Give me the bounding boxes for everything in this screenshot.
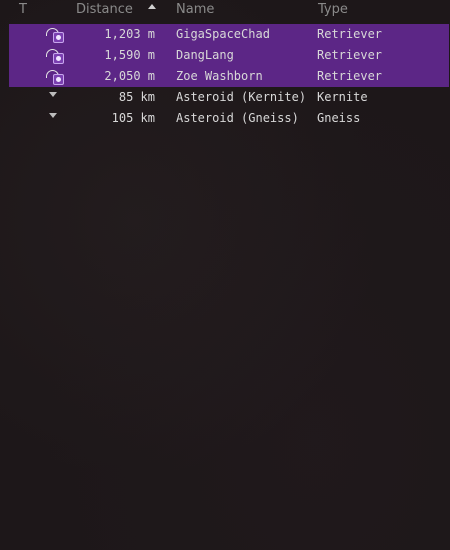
row-name: Asteroid (Kernite) xyxy=(176,90,307,104)
table-row[interactable]: 105 km Asteroid (Gneiss) Gneiss xyxy=(0,108,450,129)
row-name: Zoe Washborn xyxy=(176,69,263,83)
row-distance: 2,050 m xyxy=(104,69,155,83)
hostile-ship-icon xyxy=(45,46,67,65)
table-row[interactable]: 1,203 m GigaSpaceChad Retriever xyxy=(9,24,449,45)
row-name: GigaSpaceChad xyxy=(176,27,270,41)
row-distance: 85 km xyxy=(118,90,155,104)
row-type: Retriever xyxy=(317,27,383,41)
row-name: Asteroid (Gneiss) xyxy=(176,111,299,125)
table-row[interactable]: 85 km Asteroid (Kernite) Kernite xyxy=(0,87,450,108)
row-type: Kernite xyxy=(317,90,368,104)
sort-ascending-icon[interactable] xyxy=(148,4,156,9)
column-header-distance[interactable]: Distance xyxy=(76,2,133,20)
hostile-ship-icon xyxy=(45,67,67,86)
hostile-ship-icon xyxy=(45,25,67,44)
row-type: Gneiss xyxy=(317,111,361,125)
overview-table: T Distance Name Type 1,203 m GigaSpaceCh… xyxy=(0,0,450,550)
row-type: Retriever xyxy=(317,48,383,62)
row-name: DangLang xyxy=(176,48,234,62)
table-row[interactable]: 1,590 m DangLang Retriever xyxy=(9,45,449,66)
row-type: Retriever xyxy=(317,69,383,83)
row-distance: 1,590 m xyxy=(104,48,155,62)
asteroid-icon xyxy=(45,88,67,107)
table-row[interactable]: 2,050 m Zoe Washborn Retriever xyxy=(9,66,449,87)
table-body: 1,203 m GigaSpaceChad Retriever 1,590 m … xyxy=(0,24,450,129)
column-header-type-icon[interactable]: T xyxy=(19,2,27,20)
column-header-type[interactable]: Type xyxy=(318,2,348,20)
column-header-name[interactable]: Name xyxy=(176,2,214,20)
row-distance: 1,203 m xyxy=(104,27,155,41)
asteroid-icon xyxy=(45,109,67,128)
row-distance: 105 km xyxy=(111,111,155,125)
table-header: T Distance Name Type xyxy=(0,0,450,22)
